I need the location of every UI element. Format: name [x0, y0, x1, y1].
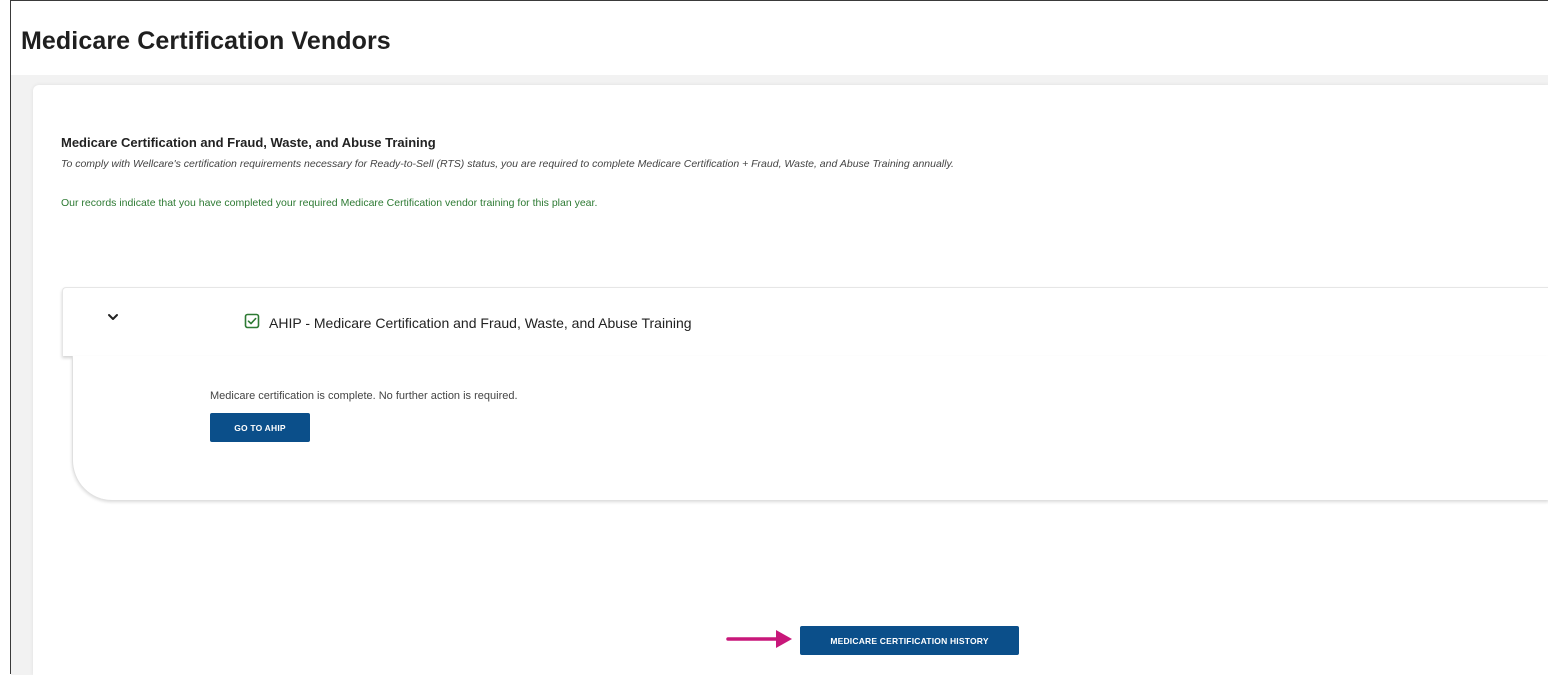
arrow-right-icon	[726, 630, 792, 648]
completion-status-message: Our records indicate that you have compl…	[61, 197, 598, 209]
page-title: Medicare Certification Vendors	[21, 27, 391, 55]
go-to-ahip-button[interactable]: GO TO AHIP	[210, 413, 310, 442]
medicare-certification-history-button[interactable]: MEDICARE CERTIFICATION HISTORY	[800, 626, 1019, 655]
vendor-accordion-header[interactable]: AHIP - Medicare Certification and Fraud,…	[62, 287, 1548, 356]
vendor-title: AHIP - Medicare Certification and Fraud,…	[269, 315, 692, 331]
chevron-down-icon[interactable]	[105, 309, 121, 325]
page-header: Medicare Certification Vendors	[11, 1, 1548, 75]
checkbox-checked-icon	[244, 313, 260, 329]
vendor-accordion-body: Medicare certification is complete. No f…	[72, 356, 1548, 500]
app-frame: Medicare Certification Vendors Medicare …	[10, 0, 1548, 675]
certification-complete-message: Medicare certification is complete. No f…	[210, 390, 518, 402]
section-description: To comply with Wellcare's certification …	[61, 158, 954, 170]
section-title: Medicare Certification and Fraud, Waste,…	[61, 135, 436, 150]
